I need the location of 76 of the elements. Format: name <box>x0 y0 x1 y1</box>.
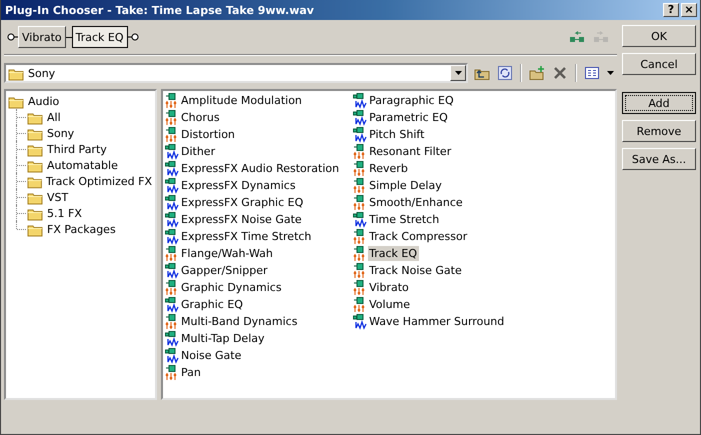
dialog-button[interactable]: OK <box>622 25 696 47</box>
plugin-item[interactable]: Gapper/Snipper <box>180 263 270 278</box>
dropdown-arrow-icon <box>454 71 462 75</box>
plugin-item[interactable]: Reverb <box>368 161 410 176</box>
waveform-icon <box>165 212 180 228</box>
plugin-item[interactable]: ExpressFX Dynamics <box>180 178 298 193</box>
title-bar-button[interactable]: ? <box>663 3 679 17</box>
dialog-button[interactable]: Cancel <box>622 53 696 75</box>
plugin-item[interactable]: Wave Hammer Surround <box>368 314 506 329</box>
plugin-item[interactable]: Noise Gate <box>180 348 244 363</box>
dropdown-arrow-icon[interactable] <box>607 71 614 75</box>
waveform-icon <box>353 126 368 142</box>
window-title: Plug-In Chooser - Take: Time Lapse Take 9ww.wav <box>5 4 314 16</box>
plugin-item[interactable]: Graphic EQ <box>180 297 245 312</box>
waveform-icon <box>165 194 180 210</box>
new-folder-icon[interactable] <box>529 65 545 81</box>
waveform-icon <box>353 212 368 228</box>
dropdown-button[interactable] <box>450 65 466 81</box>
dialog-button[interactable]: Remove <box>622 120 696 142</box>
plugin-item[interactable]: Pan <box>180 365 203 380</box>
plugin-item[interactable]: Multi-Band Dynamics <box>180 314 300 329</box>
plugin-item[interactable]: Simple Delay <box>368 178 444 193</box>
chain-plugin-button[interactable]: Track EQ <box>72 26 128 48</box>
location-combo[interactable]: Sony <box>4 63 468 83</box>
waveform-icon <box>165 144 180 160</box>
tree-item[interactable]: All <box>46 110 62 124</box>
tree-item[interactable]: Third Party <box>46 142 108 156</box>
plugin-item[interactable]: Pitch Shift <box>368 127 426 142</box>
waveform-icon <box>165 348 180 364</box>
plugin-item[interactable]: Dither <box>180 144 218 159</box>
plugin-item[interactable]: Time Stretch <box>368 212 442 227</box>
waveform-icon <box>353 110 368 126</box>
waveform-icon <box>353 92 368 108</box>
plugin-item[interactable]: ExpressFX Noise Gate <box>180 212 304 227</box>
plugin-item[interactable]: Track EQ <box>368 246 419 261</box>
chain-start-icon <box>6 32 18 42</box>
plugin-item[interactable]: Track Noise Gate <box>368 263 464 278</box>
plugin-item[interactable]: Paragraphic EQ <box>368 93 456 108</box>
plugin-item[interactable]: Resonant Filter <box>368 144 454 159</box>
tree-item[interactable]: FX Packages <box>46 222 117 236</box>
tree-item[interactable]: Audio <box>27 94 60 108</box>
tree-item[interactable]: VST <box>46 190 70 204</box>
move-left-icon[interactable] <box>569 31 585 43</box>
waveform-icon <box>165 178 180 194</box>
plugin-item[interactable]: Smooth/Enhance <box>368 195 465 210</box>
waveform-icon <box>165 296 180 312</box>
plugin-item[interactable]: Volume <box>368 297 412 312</box>
plugin-item[interactable]: Graphic Dynamics <box>180 280 284 295</box>
tree-item[interactable]: Automatable <box>46 158 119 172</box>
location-value: Sony <box>28 66 56 80</box>
plugin-item[interactable]: Distortion <box>180 127 237 142</box>
tree-item[interactable]: Sony <box>46 126 76 140</box>
waveform-icon <box>353 314 368 330</box>
dialog-button[interactable]: Save As... <box>622 148 696 170</box>
plugin-item[interactable]: Chorus <box>180 110 222 125</box>
plugin-item[interactable]: Vibrato <box>368 280 411 295</box>
plugin-item[interactable]: ExpressFX Graphic EQ <box>180 195 306 210</box>
plugin-item[interactable]: Multi-Tap Delay <box>180 331 267 346</box>
plugin-item[interactable]: Flange/Wah-Wah <box>180 246 275 261</box>
refresh-icon[interactable] <box>497 65 513 81</box>
title-bar-button[interactable]: × <box>681 3 697 17</box>
plugin-item[interactable]: ExpressFX Time Stretch <box>180 229 314 244</box>
waveform-icon <box>165 330 180 346</box>
waveform-icon <box>165 262 180 278</box>
plugin-item[interactable]: Track Compressor <box>368 229 470 244</box>
waveform-icon <box>165 228 180 244</box>
chain-plugin-button[interactable]: Vibrato <box>18 26 66 48</box>
dialog-button[interactable]: Add <box>622 92 696 114</box>
plugin-item[interactable]: Parametric EQ <box>368 110 450 125</box>
view-icon[interactable] <box>584 65 600 81</box>
tree-item[interactable]: Track Optimized FX <box>45 174 153 188</box>
plugin-item[interactable]: ExpressFX Audio Restoration <box>180 161 342 176</box>
plugin-item[interactable]: Amplitude Modulation <box>180 93 304 108</box>
chain-end-icon <box>128 32 140 42</box>
waveform-icon <box>165 160 180 176</box>
tree-item[interactable]: 5.1 FX <box>46 206 83 220</box>
